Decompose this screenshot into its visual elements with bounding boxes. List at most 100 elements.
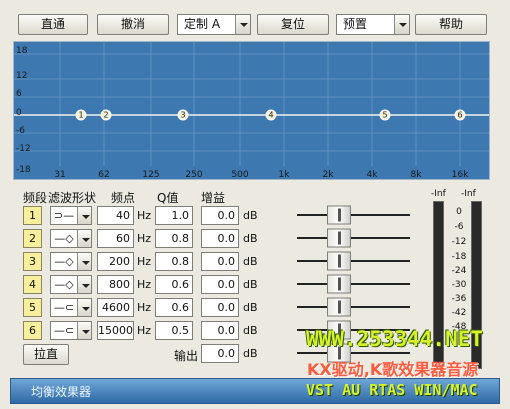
eq-curve-graph[interactable]: 18 12 6 0 -6 -12 -18 31 62 125 250 500 1… xyxy=(13,41,490,180)
filter-shape-dropdown-4[interactable]: —◇— xyxy=(50,275,92,306)
x-tick-label: 1k xyxy=(278,170,290,180)
x-tick-label: 250 xyxy=(185,170,203,180)
gain-slider-track-3[interactable] xyxy=(297,260,410,262)
peak-icon: —◇— xyxy=(54,255,74,283)
x-tick-label: 8k xyxy=(410,170,422,180)
x-tick-label: 500 xyxy=(231,170,249,180)
preset-value: 预置 xyxy=(343,17,368,31)
gain-slider-knob-1[interactable] xyxy=(327,205,351,225)
filter-shape-dropdown-3[interactable]: —◇— xyxy=(50,252,92,283)
q-header: Q值 xyxy=(157,191,179,205)
freq-field-2[interactable]: 60 xyxy=(97,229,134,248)
q-field-1[interactable]: 1.0 xyxy=(155,206,193,225)
gain-field-5[interactable]: 0.0 xyxy=(201,298,239,317)
custom-preset-dropdown[interactable]: 定制 A xyxy=(177,14,251,35)
low-shelf-icon: ⊃— xyxy=(53,209,75,222)
gain-slider-track-4[interactable] xyxy=(297,283,410,285)
band-node-1[interactable]: 1 xyxy=(75,109,87,121)
band-toggle-3[interactable]: 3 xyxy=(23,252,42,271)
chevron-down-icon[interactable] xyxy=(77,207,91,224)
chevron-down-icon[interactable] xyxy=(77,253,91,270)
gain-field-6[interactable]: 0.0 xyxy=(201,321,239,340)
meter-scale-label: -12 xyxy=(451,237,467,247)
filter-shape-dropdown-1[interactable]: ⊃— xyxy=(50,206,92,225)
band-node-2[interactable]: 2 xyxy=(100,109,112,121)
chevron-down-icon[interactable] xyxy=(77,299,91,316)
watermark-formats: VST AU RTAS WIN/MAC xyxy=(306,381,478,399)
freq-field-1[interactable]: 40 xyxy=(97,206,134,225)
gain-field-3[interactable]: 0.0 xyxy=(201,252,239,271)
band-header: 频段 xyxy=(23,191,48,205)
band-toggle-5[interactable]: 5 xyxy=(23,298,42,317)
q-field-4[interactable]: 0.6 xyxy=(155,275,193,294)
q-field-5[interactable]: 0.6 xyxy=(155,298,193,317)
gain-slider-track-1[interactable] xyxy=(297,214,410,216)
chevron-down-icon[interactable] xyxy=(77,276,91,293)
gain-field-2[interactable]: 0.0 xyxy=(201,229,239,248)
chevron-down-icon[interactable] xyxy=(77,322,91,339)
freq-header: 频点 xyxy=(111,191,136,205)
meter-scale-label: -30 xyxy=(451,280,467,290)
gain-slider-knob-2[interactable] xyxy=(327,228,351,248)
left-peak-readout: -Inf xyxy=(431,189,446,199)
filter-shape-dropdown-2[interactable]: —◇— xyxy=(50,229,92,260)
gain-slider-track-2[interactable] xyxy=(297,237,410,239)
chevron-down-icon[interactable] xyxy=(394,15,409,34)
q-field-3[interactable]: 0.8 xyxy=(155,252,193,271)
bypass-button[interactable]: 直通 xyxy=(18,14,88,35)
output-slider-track[interactable] xyxy=(297,352,410,354)
freq-field-3[interactable]: 200 xyxy=(97,252,134,271)
output-gain-field[interactable]: 0.0 xyxy=(201,344,239,363)
undo-button[interactable]: 撤消 xyxy=(97,14,169,35)
band-node-4[interactable]: 4 xyxy=(265,109,277,121)
freq-field-5[interactable]: 4600 xyxy=(97,298,134,317)
x-tick-label: 125 xyxy=(142,170,160,180)
gain-field-4[interactable]: 0.0 xyxy=(201,275,239,294)
band-toggle-4[interactable]: 4 xyxy=(23,275,42,294)
gain-header: 增益 xyxy=(201,191,226,205)
x-tick-label: 31 xyxy=(54,170,66,180)
band-toggle-2[interactable]: 2 xyxy=(23,229,42,248)
q-field-2[interactable]: 0.8 xyxy=(155,229,193,248)
gain-slider-knob-5[interactable] xyxy=(327,297,351,317)
preset-dropdown[interactable]: 预置 xyxy=(336,14,410,35)
band-toggle-6[interactable]: 6 xyxy=(23,321,42,340)
x-tick-label: 2k xyxy=(322,170,334,180)
band-node-3[interactable]: 3 xyxy=(177,109,189,121)
help-button[interactable]: 帮助 xyxy=(415,14,487,35)
y-tick-label: 0 xyxy=(16,108,22,118)
meter-scale-label: -18 xyxy=(451,252,467,262)
gain-slider-knob-4[interactable] xyxy=(327,274,351,294)
y-tick-label: 6 xyxy=(16,89,22,99)
x-tick-label: 16k xyxy=(451,170,469,180)
db-unit: dB xyxy=(243,232,258,245)
freq-field-4[interactable]: 800 xyxy=(97,275,134,294)
footer-title: 均衡效果器 xyxy=(31,385,92,399)
x-tick-label: 4k xyxy=(366,170,378,180)
output-label: 输出 xyxy=(174,349,199,363)
gain-slider-track-5[interactable] xyxy=(297,306,410,308)
hz-unit: Hz xyxy=(137,301,152,314)
meter-scale-label: -36 xyxy=(451,294,467,304)
high-shelf-icon: —⊂ xyxy=(53,324,75,337)
filter-shape-dropdown-5[interactable]: —⊂ xyxy=(50,298,92,317)
y-tick-label: 12 xyxy=(16,71,28,81)
filter-shape-dropdown-6[interactable]: —⊂ xyxy=(50,321,92,340)
chevron-down-icon[interactable] xyxy=(235,15,250,34)
band-node-5[interactable]: 5 xyxy=(379,109,391,121)
flatten-button[interactable]: 拉直 xyxy=(23,344,69,365)
band-node-6[interactable]: 6 xyxy=(454,109,466,121)
watermark-tagline: KX驱动,K歌效果器音源 xyxy=(307,360,479,379)
gain-slider-knob-3[interactable] xyxy=(327,251,351,271)
hz-unit: Hz xyxy=(137,232,152,245)
meter-scale-label: 0 xyxy=(456,207,462,217)
q-field-6[interactable]: 0.5 xyxy=(155,321,193,340)
meter-scale-label: -24 xyxy=(451,266,467,276)
band-toggle-1[interactable]: 1 xyxy=(23,206,42,225)
reset-button[interactable]: 复位 xyxy=(257,14,329,35)
peak-icon: —◇— xyxy=(54,278,74,306)
gain-field-1[interactable]: 0.0 xyxy=(201,206,239,225)
shape-header: 滤波形状 xyxy=(48,191,97,205)
chevron-down-icon[interactable] xyxy=(77,230,91,247)
freq-field-6[interactable]: 15000 xyxy=(97,321,134,340)
